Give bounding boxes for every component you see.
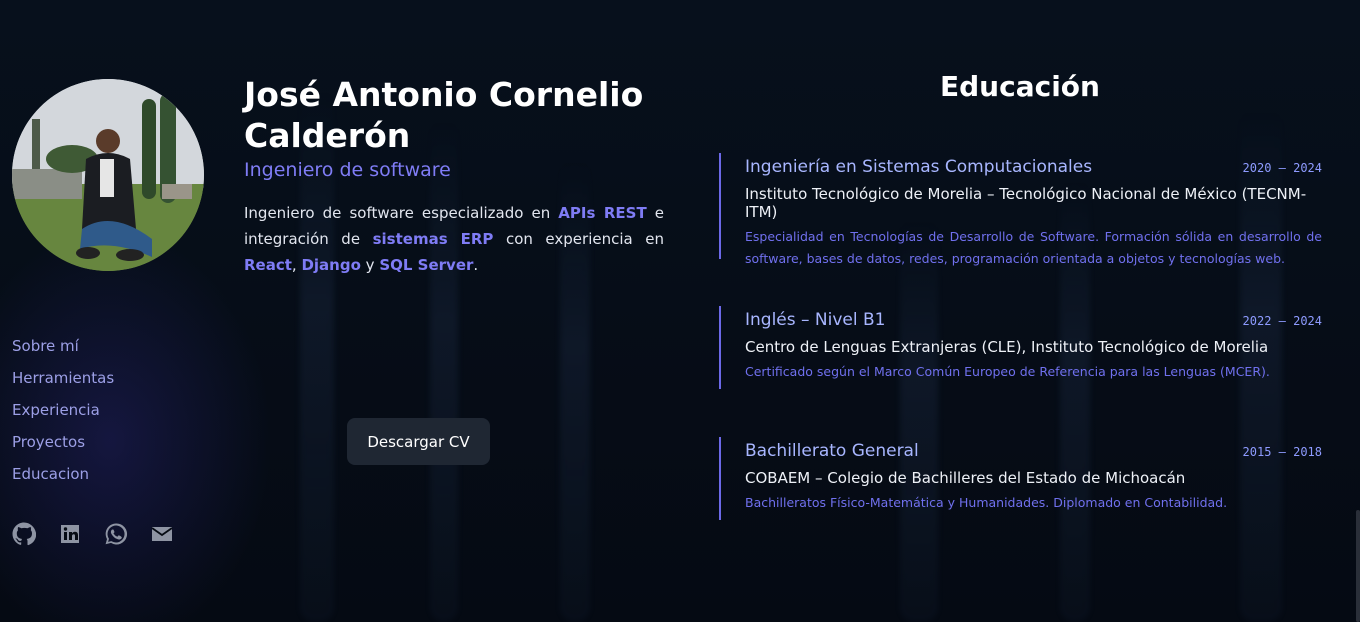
linkedin-icon[interactable] [58, 522, 82, 546]
profile-bio: Ingeniero de software especializado en A… [244, 200, 664, 278]
section-nav: Sobre mí Herramientas Experiencia Proyec… [12, 336, 114, 496]
bio-highlight-react: React [244, 256, 292, 274]
education-years: 2020 – 2024 [1242, 161, 1322, 175]
bio-highlight-erp: sistemas ERP [372, 230, 494, 248]
education-item: Inglés – Nivel B1 2022 – 2024 Centro de … [719, 306, 1322, 389]
education-school: Centro de Lenguas Extranjeras (CLE), Ins… [745, 338, 1269, 356]
nav-item-herramientas[interactable]: Herramientas [12, 368, 114, 400]
education-years: 2022 – 2024 [1242, 314, 1322, 328]
bio-highlight-sqlserver: SQL Server [379, 256, 474, 274]
nav-item-sobre-mi[interactable]: Sobre mí [12, 336, 114, 368]
bio-text: . [473, 256, 479, 274]
nav-item-proyectos[interactable]: Proyectos [12, 432, 114, 464]
profile-photo [12, 79, 204, 271]
education-item-header: Bachillerato General 2015 – 2018 [745, 441, 1322, 461]
whatsapp-icon[interactable] [104, 522, 128, 546]
education-years: 2015 – 2018 [1242, 445, 1322, 459]
education-item: Ingeniería en Sistemas Computacionales 2… [719, 153, 1322, 266]
bio-text: Ingeniero de software especializado en [244, 204, 559, 222]
social-links [12, 522, 174, 546]
profile-name: José Antonio Cornelio Calderón [244, 75, 644, 155]
background-streak [430, 120, 458, 622]
education-description: Certificado según el Marco Común Europeo… [745, 364, 1270, 379]
github-icon[interactable] [12, 522, 36, 546]
education-item-header: Inglés – Nivel B1 2022 – 2024 [745, 310, 1322, 330]
education-item: Bachillerato General 2015 – 2018 COBAEM … [719, 437, 1322, 520]
bio-text: con experiencia en [493, 230, 664, 248]
nav-item-experiencia[interactable]: Experiencia [12, 400, 114, 432]
bio-text: y [360, 256, 380, 274]
education-description: Bachilleratos Físico-Matemática y Humani… [745, 495, 1228, 510]
education-degree: Inglés – Nivel B1 [745, 310, 886, 330]
education-degree: Bachillerato General [745, 441, 919, 461]
profile-role: Ingeniero de software [244, 159, 451, 181]
education-degree: Ingeniería en Sistemas Computacionales [745, 157, 1093, 177]
nav-item-educacion[interactable]: Educacion [12, 464, 114, 496]
education-item-header: Ingeniería en Sistemas Computacionales 2… [745, 157, 1322, 177]
scrollbar-thumb[interactable] [1356, 510, 1360, 622]
background-streak [900, 220, 938, 622]
page: José Antonio Cornelio Calderón Ingeniero… [0, 0, 1360, 622]
profile-photo-illustration [12, 79, 204, 271]
bio-highlight-django: Django [301, 256, 361, 274]
bio-highlight-apis: APIs REST [558, 204, 647, 222]
education-school: COBAEM – Colegio de Bachilleres del Esta… [745, 469, 1186, 487]
education-description: Especialidad en Tecnologías de Desarroll… [745, 229, 1322, 266]
education-title: Educación [940, 70, 1100, 103]
download-cv-button[interactable]: Descargar CV [347, 418, 490, 465]
education-school: Instituto Tecnológico de Morelia – Tecno… [745, 185, 1307, 221]
mail-icon[interactable] [150, 522, 174, 546]
